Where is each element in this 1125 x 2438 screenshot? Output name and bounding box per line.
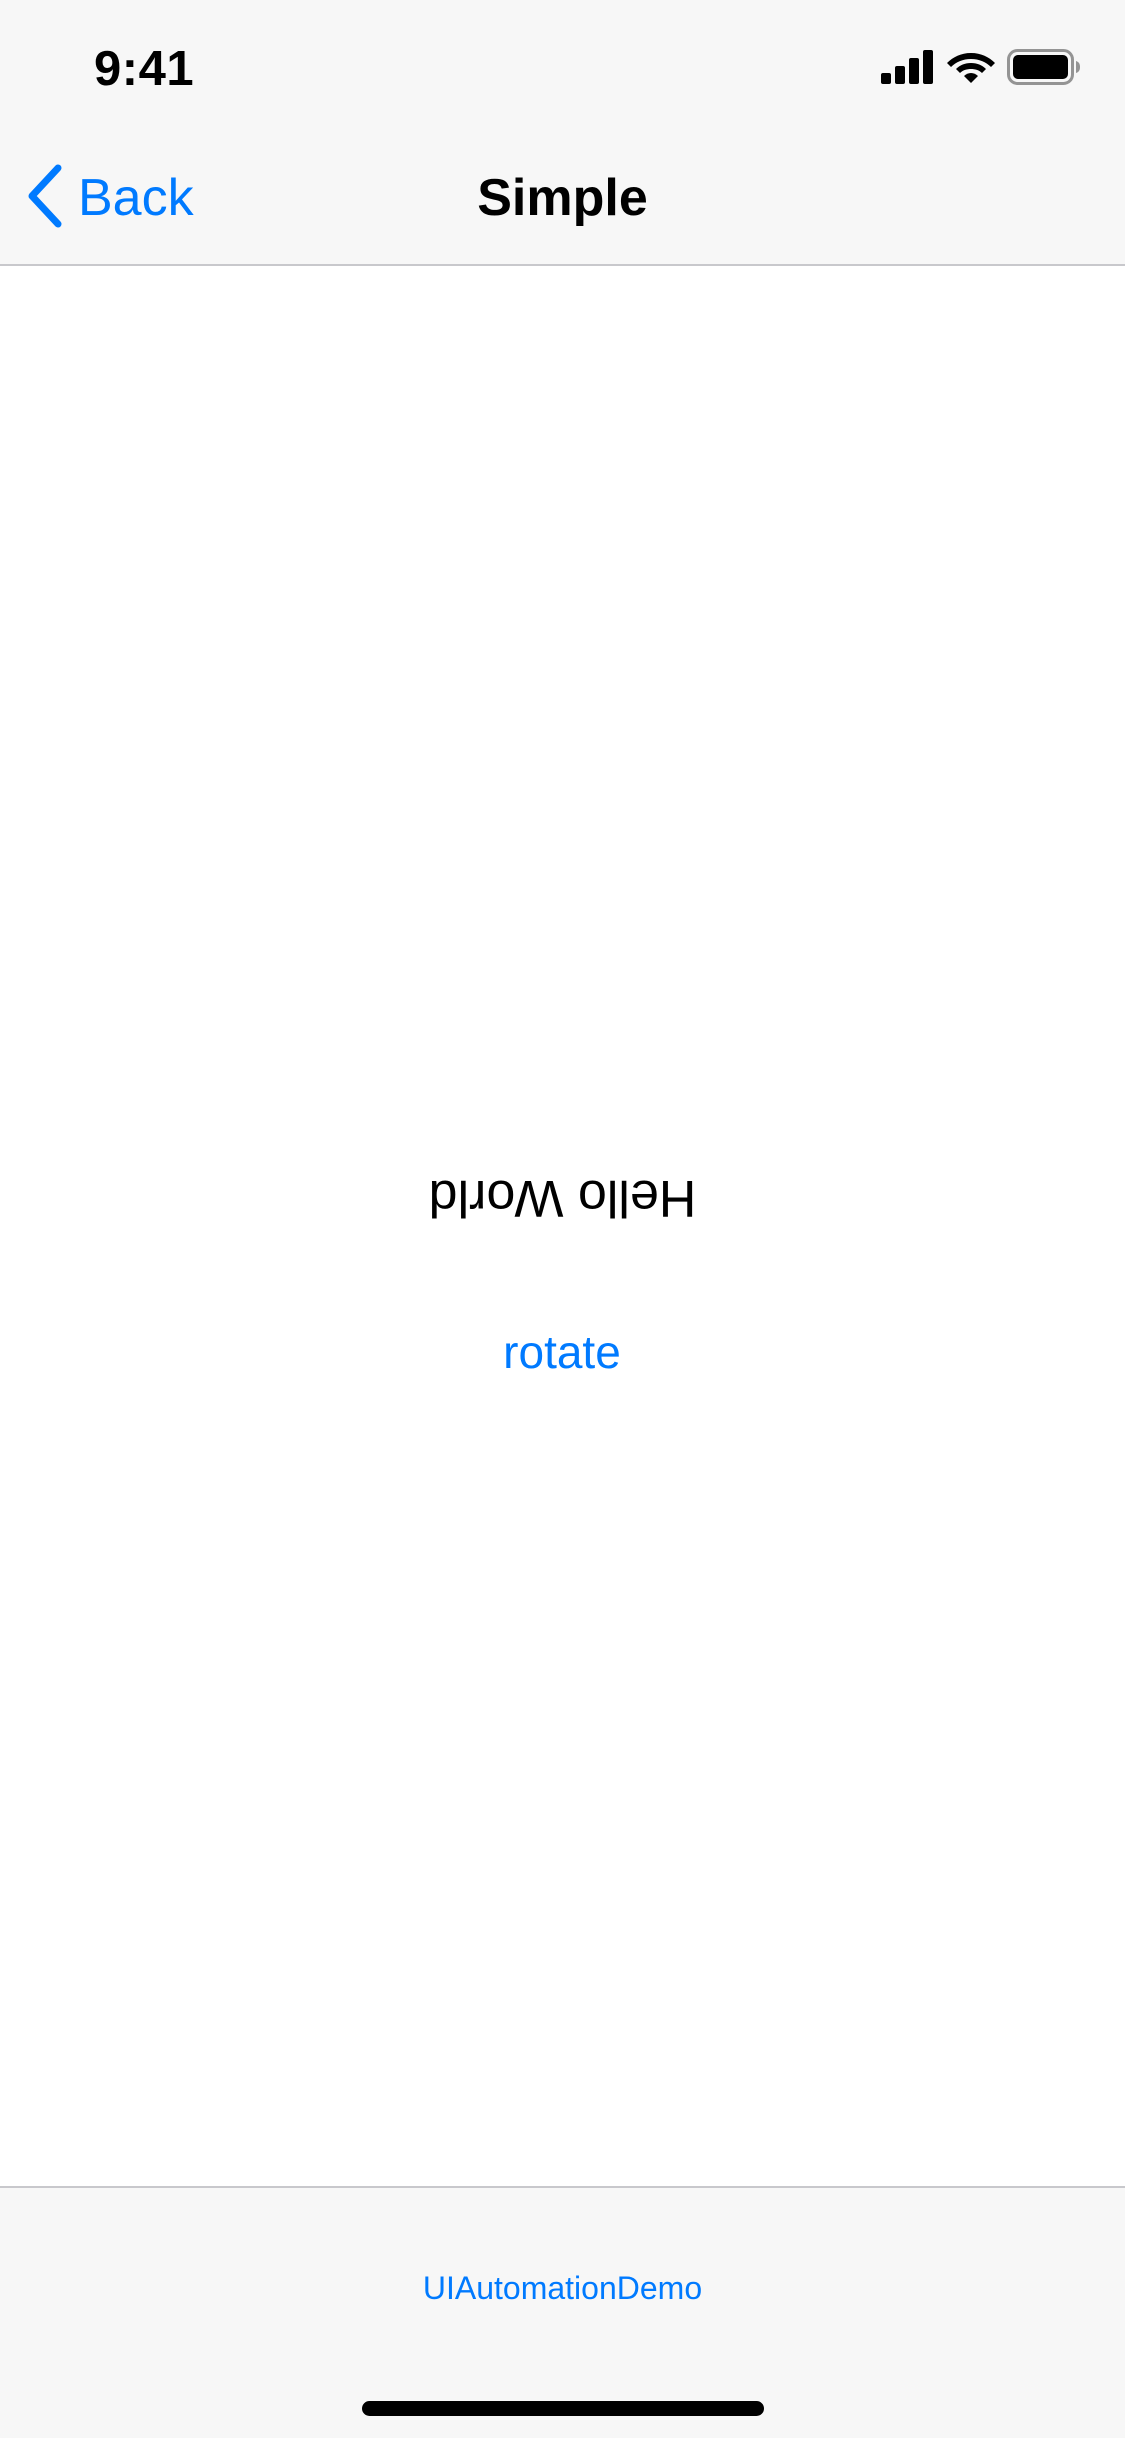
rotate-button[interactable]: rotate — [462, 1318, 662, 1386]
tab-bar: UIAutomationDemo — [0, 2186, 1125, 2438]
status-time: 9:41 — [94, 42, 195, 96]
wifi-icon — [947, 49, 995, 90]
hello-world-label: Hello World — [428, 1169, 697, 1227]
navigation-bar: Back Simple — [0, 132, 1125, 266]
signal-icon — [881, 49, 935, 89]
home-indicator — [362, 2401, 764, 2416]
tab-uiautomationdemo[interactable]: UIAutomationDemo — [0, 2268, 1125, 2308]
page-title: Simple — [477, 169, 648, 227]
status-icons — [881, 48, 1081, 90]
main-content: Hello World rotate — [0, 266, 1125, 2186]
status-bar: 9:41 — [0, 0, 1125, 132]
battery-icon — [1007, 48, 1081, 90]
